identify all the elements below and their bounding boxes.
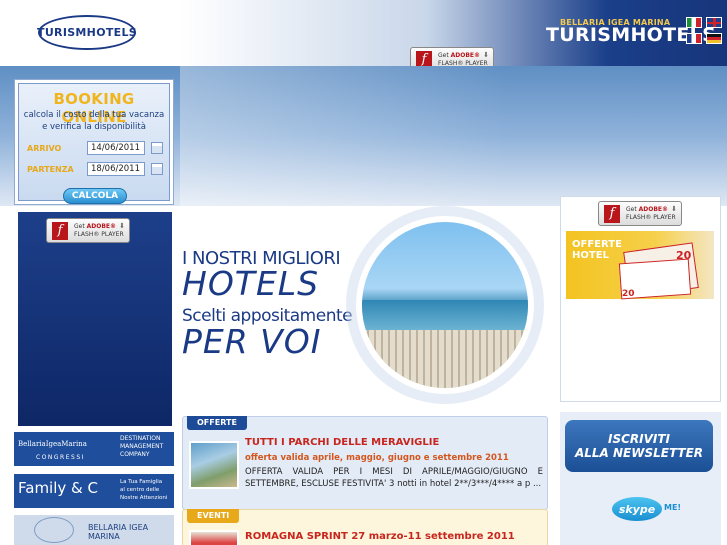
flag-german-icon[interactable]	[706, 33, 722, 44]
arrivo-field[interactable]: 14/06/2011	[87, 141, 145, 155]
newsletter-signup-button[interactable]: ISCRIVITI ALLA NEWSLETTER	[565, 420, 713, 472]
newsletter-line2: ALLA NEWSLETTER	[574, 446, 704, 460]
header: TURISMHOTELS BELLARIA IGEA MARINA TURISM…	[0, 0, 727, 66]
partenza-field[interactable]: 18/06/2011	[87, 162, 145, 176]
family-right-line3: Nostre Attenzioni	[120, 495, 168, 501]
calcola-button[interactable]: CALCOLA	[63, 188, 127, 204]
flag-italian-icon[interactable]	[686, 17, 702, 28]
offerte-hotel-banner[interactable]: OFFERTE HOTEL 20 20	[566, 231, 714, 300]
flash-icon: f	[52, 221, 68, 240]
skype-icon: skype	[612, 497, 662, 521]
news-title[interactable]: TUTTI I PARCHI DELLE MERAVIGLIE	[245, 437, 439, 448]
booking-subtitle-line1: calcola il costo della tua vacanza	[23, 110, 165, 120]
booking-online-box: BOOKING ONLINE calcola il costo della tu…	[14, 79, 174, 205]
download-arrow-icon: ⬇	[119, 222, 125, 230]
flash-get-label: Get	[438, 51, 449, 59]
congressi-right: DESTINATION MANAGEMENT COMPANY	[120, 435, 163, 459]
flash-get-label: Get	[74, 222, 85, 230]
congressi-banner[interactable]: BellariaIgeaMarina CONGRESSI DESTINATION…	[14, 432, 174, 466]
news-thumbnail[interactable]	[189, 441, 239, 489]
bellaria-banner[interactable]: BELLARIA IGEA MARINA	[14, 515, 174, 545]
newsletter-line1: ISCRIVITI	[607, 432, 671, 446]
news-body: OFFERTA VALIDA PER I MESI DI APRILE/MAGG…	[245, 467, 543, 489]
booking-subtitle-line2: e verifica la disponibilità	[42, 122, 146, 132]
bellaria-label: BELLARIA IGEA MARINA	[88, 523, 149, 541]
bellaria-logo-icon	[34, 517, 74, 543]
hero-beach-image	[362, 222, 528, 388]
offer-number-1: 20	[676, 249, 692, 262]
flash-icon: f	[604, 204, 620, 223]
congressi-right-line2: MANAGEMENT	[120, 443, 164, 450]
download-arrow-icon: ⬇	[483, 51, 489, 59]
flash-adobe-label: ADOBE®	[86, 222, 117, 230]
flag-french-icon[interactable]	[686, 33, 702, 44]
congressi-right-line3: COMPANY	[120, 451, 150, 458]
news-title[interactable]: ROMAGNA SPRINT 27 marzo-11 settembre 201…	[245, 531, 515, 542]
partenza-calendar-icon[interactable]	[151, 163, 163, 175]
congressi-name: BellariaIgeaMarina	[18, 440, 87, 448]
flash-player-label: FLASH® PLAYER	[74, 230, 124, 238]
flash-get-label: Get	[626, 205, 637, 213]
hero-band-highlight	[180, 66, 727, 206]
download-arrow-icon: ⬇	[671, 205, 677, 213]
hero-beach	[362, 330, 528, 388]
hero-sea	[362, 300, 528, 330]
arrivo-calendar-icon[interactable]	[151, 142, 163, 154]
news-card-eventi[interactable]: EVENTI ROMAGNA SPRINT 27 marzo-11 settem…	[182, 509, 548, 545]
news-thumbnail[interactable]	[189, 530, 239, 545]
congressi-sub: CONGRESSI	[36, 454, 85, 461]
news-subtitle: offerta valida aprile, maggio, giugno e …	[245, 453, 509, 463]
hero-line4: PER VOI	[182, 322, 322, 361]
offer-number-2: 20	[622, 289, 635, 299]
news-tag: EVENTI	[187, 509, 240, 523]
offerte-hotel-line2: HOTEL	[572, 250, 609, 261]
get-flash-player-button-right[interactable]: f Get ADOBE® FLASH® PLAYER ⬇	[598, 201, 682, 226]
arrivo-label: ARRIVO	[27, 144, 62, 153]
family-right-line2: al centro delle	[120, 487, 160, 493]
left-flash-panel	[18, 212, 172, 426]
news-card-offerte[interactable]: OFFERTE TUTTI I PARCHI DELLE MERAVIGLIE …	[182, 416, 548, 510]
flash-adobe-label: ADOBE®	[450, 51, 481, 59]
right-promo-box	[560, 196, 721, 402]
news-tag: OFFERTE	[187, 416, 247, 430]
booking-subtitle: calcola il costo della tua vacanza e ver…	[19, 109, 169, 133]
family-right-line1: La Tua Famiglia	[120, 479, 163, 485]
flag-english-icon[interactable]	[706, 17, 722, 28]
hero-line2: HOTELS	[182, 264, 320, 303]
congressi-right-line1: DESTINATION	[120, 435, 161, 442]
skype-me-label: ME!	[664, 503, 682, 512]
partenza-label: PARTENZA	[27, 165, 74, 174]
offerte-hotel-title: OFFERTE HOTEL	[572, 239, 622, 261]
flash-adobe-label: ADOBE®	[638, 205, 669, 213]
logo-text: TURISMHOTELS	[37, 26, 137, 39]
skype-me-button[interactable]: skype ME!	[612, 497, 682, 523]
site-logo[interactable]: TURISMHOTELS	[37, 15, 137, 50]
family-name: Family & C	[18, 479, 98, 497]
booking-inner: BOOKING ONLINE calcola il costo della tu…	[18, 83, 170, 204]
family-banner[interactable]: Family & C La Tua Famiglia al centro del…	[14, 474, 174, 508]
flash-player-label: FLASH® PLAYER	[626, 213, 676, 221]
family-right: La Tua Famiglia al centro delle Nostre A…	[120, 478, 167, 502]
offerte-hotel-line1: OFFERTE	[572, 239, 622, 250]
get-flash-player-button-left[interactable]: f Get ADOBE® FLASH® PLAYER ⬇	[46, 218, 130, 243]
